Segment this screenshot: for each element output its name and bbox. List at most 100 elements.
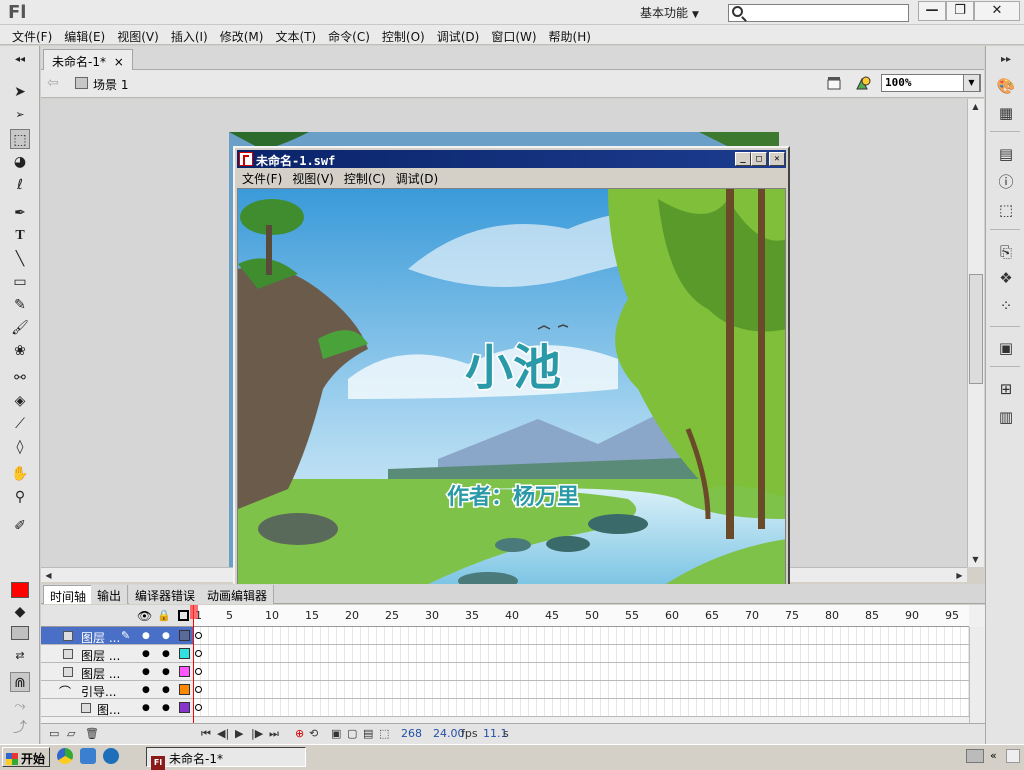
menu-file[interactable]: 文件(F) <box>6 25 58 44</box>
lock-dot[interactable]: ● <box>162 703 170 713</box>
selection-tool-icon[interactable]: ➤ <box>10 82 30 102</box>
onion-skin-icon[interactable]: ▣ <box>331 727 341 740</box>
transform-panel-icon[interactable]: ⬚ <box>996 200 1016 220</box>
tray-expand-icon[interactable]: « <box>990 749 997 762</box>
edit-symbols-icon[interactable] <box>855 75 871 91</box>
scroll-up-icon[interactable]: ▲ <box>968 99 983 114</box>
current-frame[interactable]: 268 <box>401 727 422 740</box>
text-tool-icon[interactable]: T <box>10 226 30 246</box>
info-panel-icon[interactable]: ⓘ <box>996 172 1016 192</box>
swf-menu-control[interactable]: 控制(C) <box>339 168 391 188</box>
layer-row[interactable]: 图层 ... ✎ ● ● <box>41 627 193 645</box>
swf-close-button[interactable]: ✕ <box>769 152 785 166</box>
eraser-tool-icon[interactable]: ◊ <box>10 437 30 457</box>
lasso-tool-icon[interactable]: ℓ <box>10 175 30 195</box>
stroke-color-swatch[interactable] <box>11 582 29 598</box>
layer-color-swatch[interactable] <box>179 702 190 713</box>
swf-menu-view[interactable]: 视图(V) <box>287 168 339 188</box>
visibility-dot[interactable]: ● <box>142 703 150 713</box>
subselection-tool-icon[interactable]: ➢ <box>10 105 30 125</box>
chevron-down-icon[interactable]: ▼ <box>963 74 980 92</box>
library-panel-icon[interactable]: ⊞ <box>996 379 1016 399</box>
quicklaunch-icon[interactable] <box>103 748 119 764</box>
menu-help[interactable]: 帮助(H) <box>543 25 597 44</box>
loop-icon[interactable]: ⟲ <box>309 727 318 740</box>
lock-icon[interactable]: 🔒 <box>157 609 171 622</box>
pencil-tool-icon[interactable]: ✎ <box>10 295 30 315</box>
layer-color-swatch[interactable] <box>179 666 190 677</box>
menu-text[interactable]: 文本(T) <box>269 25 322 44</box>
visibility-dot[interactable]: ● <box>142 685 150 695</box>
show-desktop-icon[interactable] <box>1006 749 1020 763</box>
eye-icon[interactable]: 👁 <box>137 609 152 623</box>
new-layer-icon[interactable]: ▭ <box>49 727 59 740</box>
rectangle-tool-icon[interactable]: ▭ <box>10 272 30 292</box>
frame-row[interactable] <box>193 627 969 645</box>
help-search-input[interactable] <box>728 4 909 22</box>
taskbar-flash-window[interactable]: Fl 未命名-1* <box>146 747 306 770</box>
collapse-arrows-icon[interactable]: ◂◂ <box>10 50 30 70</box>
scroll-right-icon[interactable]: ▶ <box>952 568 967 583</box>
bone-tool-icon[interactable]: ⚯ <box>10 368 30 388</box>
menu-commands[interactable]: 命令(C) <box>322 25 376 44</box>
swf-menu-file[interactable]: 文件(F) <box>237 168 287 188</box>
scroll-down-icon[interactable]: ▼ <box>968 552 983 567</box>
components-panel-icon[interactable]: ❖ <box>996 268 1016 288</box>
last-frame-icon[interactable]: ⏭ <box>269 727 279 741</box>
swf-title-bar[interactable]: 未命名-1.swf _ □ ✕ <box>237 150 786 168</box>
code-snippets-icon[interactable]: ⎘ <box>996 242 1016 262</box>
center-frame-icon[interactable]: ⊕ <box>295 727 304 740</box>
tab-compiler-errors[interactable]: 编译器错误 <box>129 585 203 604</box>
line-tool-icon[interactable]: ╲ <box>10 249 30 269</box>
visibility-dot[interactable]: ● <box>142 631 150 641</box>
scroll-thumb[interactable] <box>969 274 983 384</box>
eyedropper-tool-icon[interactable]: ⟋ <box>10 414 30 434</box>
frame-row[interactable] <box>193 699 969 717</box>
smooth-icon[interactable]: ⤳ <box>10 696 30 716</box>
swap-colors-icon[interactable]: ⇄ <box>10 646 30 666</box>
lock-dot[interactable]: ● <box>162 631 170 641</box>
menu-control[interactable]: 控制(O) <box>376 25 431 44</box>
stage-vertical-scrollbar[interactable]: ▲ ▼ <box>967 99 984 567</box>
layer-row[interactable]: 图... ● ● <box>41 699 193 717</box>
swf-preview-window[interactable]: 未命名-1.swf _ □ ✕ 文件(F) 视图(V) 控制(C) 调试(D) <box>233 146 790 590</box>
fill-color-swatch[interactable] <box>11 626 29 640</box>
keyboard-icon[interactable] <box>966 749 984 763</box>
align-panel-icon[interactable]: ▤ <box>996 144 1016 164</box>
document-tab[interactable]: 未命名-1* × <box>43 49 133 70</box>
tab-motion-editor[interactable]: 动画编辑器 <box>201 585 275 604</box>
motion-presets-icon[interactable]: ⁘ <box>996 296 1016 316</box>
media-player-icon[interactable] <box>57 748 73 764</box>
layer-row[interactable]: 图层 ... ● ● <box>41 663 193 681</box>
menu-view[interactable]: 视图(V) <box>111 25 165 44</box>
zoom-tool-icon[interactable]: ⚲ <box>10 487 30 507</box>
close-icon[interactable]: × <box>114 55 124 69</box>
lock-dot[interactable]: ● <box>162 667 170 677</box>
delete-layer-icon[interactable]: 🗑 <box>85 727 99 740</box>
window-minimize-button[interactable]: — <box>918 1 946 21</box>
layer-row[interactable]: ⌒ 引导... ● ● <box>41 681 193 699</box>
frame-row[interactable] <box>193 663 969 681</box>
menu-insert[interactable]: 插入(I) <box>165 25 214 44</box>
browser-icon[interactable] <box>80 748 96 764</box>
playhead[interactable] <box>190 605 202 723</box>
menu-debug[interactable]: 调试(D) <box>431 25 486 44</box>
hand-tool-icon[interactable]: ✋ <box>10 464 30 484</box>
prev-frame-icon[interactable]: ◀| <box>217 727 229 740</box>
swf-movie-content[interactable]: 小池 作者：杨万里 <box>237 188 786 588</box>
frame-ruler[interactable]: 1 5 10 15 20 25 30 35 40 45 50 55 60 65 … <box>193 605 969 627</box>
straighten-icon[interactable]: ⤴ <box>10 718 30 738</box>
frame-row[interactable] <box>193 645 969 663</box>
swatches-panel-icon[interactable]: ▦ <box>996 103 1016 123</box>
visibility-dot[interactable]: ● <box>142 649 150 659</box>
swf-minimize-button[interactable]: _ <box>735 152 751 166</box>
tab-output[interactable]: 输出 <box>91 585 129 604</box>
timeline-vertical-scrollbar[interactable] <box>969 627 985 723</box>
color-panel-icon[interactable]: 🎨 <box>996 76 1016 96</box>
scroll-left-icon[interactable]: ◀ <box>41 568 56 583</box>
back-arrow-icon[interactable]: ⇦ <box>47 75 59 91</box>
outline-icon[interactable] <box>178 610 189 621</box>
project-panel-icon[interactable]: ▣ <box>996 338 1016 358</box>
properties-panel-icon[interactable]: ▥ <box>996 407 1016 427</box>
brush-tool-icon[interactable]: 🖌 <box>10 318 30 338</box>
